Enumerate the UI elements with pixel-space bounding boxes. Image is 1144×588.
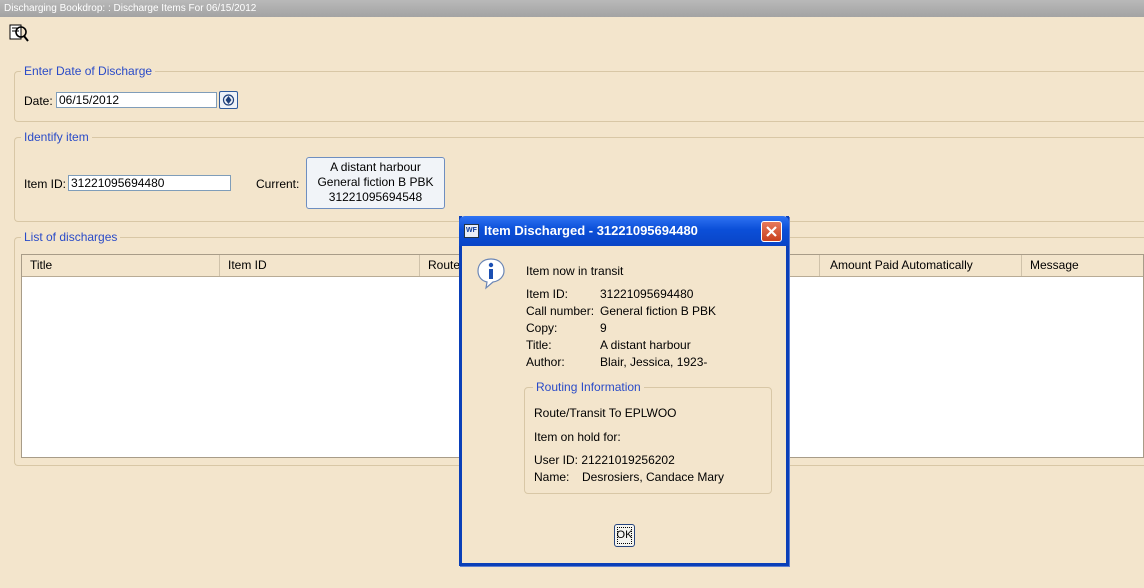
- date-section-legend: Enter Date of Discharge: [24, 64, 153, 78]
- field-value-author: Blair, Jessica, 1923-: [600, 355, 708, 369]
- current-item-call-number: General fiction B PBK: [317, 175, 434, 189]
- calendar-button[interactable]: [219, 91, 238, 109]
- info-icon: [477, 258, 505, 290]
- routing-route: Route/Transit To EPLWOO: [534, 406, 677, 420]
- field-label-author: Author:: [526, 355, 565, 369]
- item-discharged-dialog: WF Item Discharged - 31221095694480 Item…: [459, 216, 789, 566]
- dialog-headline: Item now in transit: [526, 264, 624, 278]
- current-label: Current:: [256, 177, 300, 191]
- magnifier-book-icon[interactable]: [8, 22, 30, 44]
- close-icon: [766, 226, 777, 237]
- current-item-title: A distant harbour: [330, 160, 421, 174]
- identify-item-legend: Identify item: [24, 130, 89, 144]
- app-icon: WF: [464, 224, 479, 238]
- column-message[interactable]: Message: [1022, 255, 1143, 276]
- column-item-id[interactable]: Item ID: [220, 255, 420, 276]
- calendar-icon: [222, 94, 235, 106]
- window-title: Discharging Bookdrop: : Discharge Items …: [0, 0, 1144, 17]
- dialog-title: Item Discharged - 31221095694480: [484, 223, 698, 238]
- field-value-title: A distant harbour: [600, 338, 691, 352]
- close-button[interactable]: [761, 221, 782, 242]
- column-amount-paid[interactable]: Amount Paid Automatically: [822, 255, 1022, 276]
- dialog-titlebar[interactable]: WF Item Discharged - 31221095694480: [459, 216, 789, 246]
- date-label: Date:: [24, 94, 53, 108]
- routing-user-id: User ID: 21221019256202: [534, 453, 675, 467]
- ok-button[interactable]: OK: [614, 524, 635, 547]
- routing-legend: Routing Information: [536, 380, 641, 394]
- item-id-label: Item ID:: [24, 177, 67, 191]
- current-item-button[interactable]: A distant harbour General fiction B PBK …: [306, 157, 445, 209]
- field-value-call-number: General fiction B PBK: [600, 304, 717, 318]
- discharge-list-legend: List of discharges: [24, 230, 118, 244]
- item-id-input[interactable]: 31221095694480: [68, 175, 231, 191]
- field-label-item-id: Item ID:: [526, 287, 569, 301]
- date-input[interactable]: 06/15/2012: [56, 92, 217, 108]
- field-label-copy: Copy:: [526, 321, 558, 335]
- routing-name-value: Desrosiers, Candace Mary: [582, 470, 725, 484]
- field-value-copy: 9: [600, 321, 607, 335]
- routing-name-label: Name:: [534, 470, 570, 484]
- field-label-call-number: Call number:: [526, 304, 595, 318]
- routing-hold-label: Item on hold for:: [534, 430, 621, 444]
- column-title[interactable]: Title: [22, 255, 220, 276]
- current-item-id: 31221095694548: [328, 190, 423, 204]
- field-value-item-id: 31221095694480: [600, 287, 694, 301]
- field-label-title: Title:: [526, 338, 552, 352]
